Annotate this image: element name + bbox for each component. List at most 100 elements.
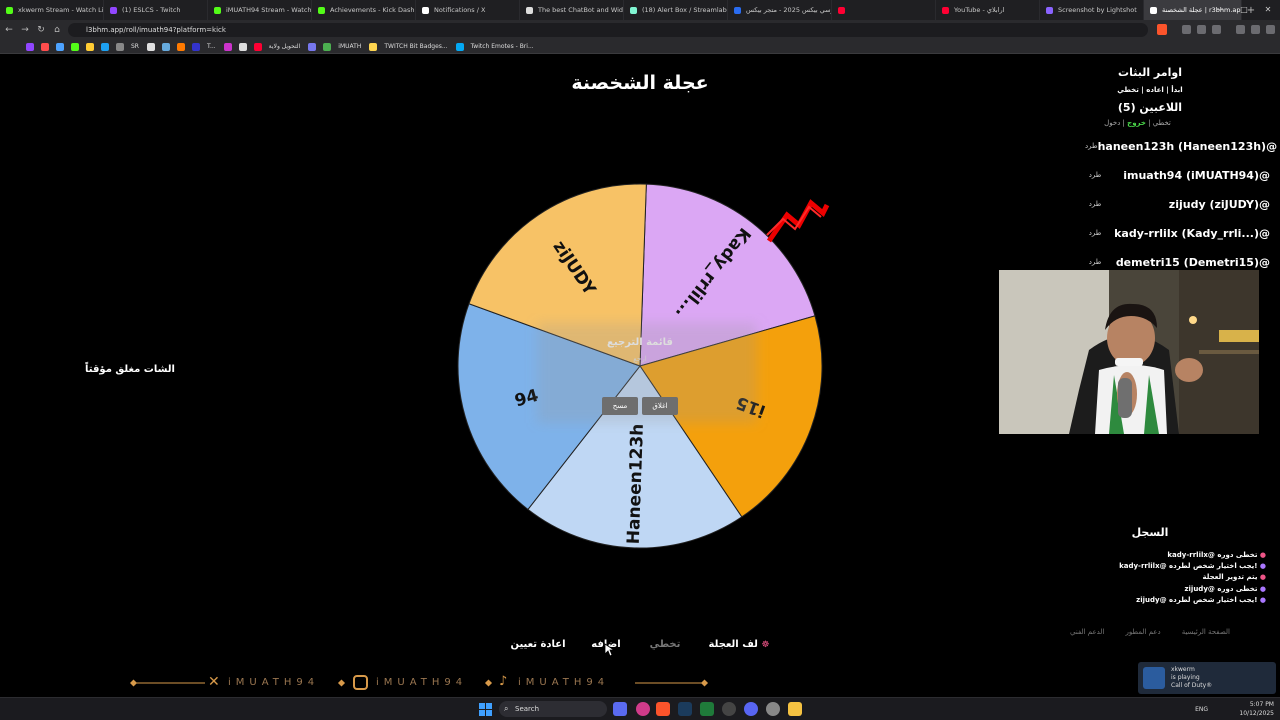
toast-status: is playing — [1171, 674, 1200, 681]
brave-shield-icon[interactable] — [1157, 24, 1167, 35]
footer-link-support[interactable]: الدعم الفني — [1070, 628, 1104, 636]
kick-button[interactable]: طرد — [1085, 229, 1105, 237]
spin-label: لف العجلة — [708, 639, 758, 650]
players-actions: تخطي | خروج | دخول — [1104, 119, 1171, 127]
menu-icon[interactable] — [1266, 25, 1275, 34]
bookmark-label[interactable]: Twitch Emotes - Bri... — [471, 43, 534, 50]
bookmark-label[interactable]: iMUATH — [338, 43, 361, 50]
bookmark-icon[interactable] — [116, 42, 124, 51]
bookmark-icon[interactable] — [146, 42, 155, 51]
stream-notification[interactable]: xkwerm is playing Call of Duty® — [1138, 662, 1276, 694]
clear-button[interactable]: مسح — [602, 397, 638, 415]
bookmark-label[interactable]: التحويل ولاية — [269, 43, 301, 50]
bookmark-icon[interactable] — [308, 42, 317, 51]
search-icon: ⌕ — [504, 704, 509, 713]
url-field[interactable]: l3bhm.app/roll/imuath94?platform=kick — [68, 23, 1148, 37]
spin-button[interactable]: لف العجلة ☸ — [704, 637, 774, 653]
tray-time: 5:07 PM — [1249, 701, 1274, 708]
windows-taskbar: ⌕ Search ENG 5:07 PM 10/12/2025 — [0, 697, 1280, 720]
tab-label: Screenshot by Lightshot — [1058, 6, 1137, 14]
bookmark-icon[interactable] — [71, 42, 79, 51]
home-icon[interactable]: ⌂ — [50, 25, 64, 35]
extension-icon[interactable] — [1197, 25, 1206, 34]
bookmark-icon[interactable] — [26, 42, 34, 51]
kick-button[interactable]: طرد — [1085, 171, 1105, 179]
player-name: haneen123h (Haneen123h)@ — [1097, 139, 1278, 153]
exit-label[interactable]: خروج — [1127, 119, 1146, 127]
kick-button[interactable]: طرد — [1085, 200, 1105, 208]
tab-favicon-icon — [1046, 6, 1053, 14]
bookmark-icon[interactable] — [41, 42, 49, 51]
bookmark-icon[interactable] — [238, 42, 247, 51]
browser-tab[interactable]: The best ChatBot and Widgets — [520, 0, 624, 20]
taskbar-search[interactable]: ⌕ Search — [499, 701, 607, 717]
browser-tab[interactable] — [832, 0, 936, 20]
steam-icon[interactable] — [678, 702, 692, 716]
sidebar-icon[interactable] — [1236, 25, 1245, 34]
minimize-icon[interactable]: — — [1208, 0, 1232, 20]
bookmark-label[interactable]: TWITCH Bit Badges... — [384, 43, 447, 50]
back-icon[interactable]: ← — [2, 25, 16, 35]
browser-tab[interactable]: xkwerm Stream - Watch Live — [0, 0, 104, 20]
bookmark-icon[interactable] — [455, 42, 464, 51]
obs-icon[interactable] — [722, 702, 736, 716]
bookmark-icon[interactable] — [253, 42, 262, 51]
browser-tab[interactable]: Screenshot by Lightshot — [1040, 0, 1144, 20]
app-icon[interactable] — [636, 702, 650, 716]
bookmark-label[interactable]: T... — [207, 43, 216, 50]
settings-gear-icon[interactable] — [766, 702, 780, 716]
browser-tab[interactable]: جيرسي بيكس 2025 - متجر بيكس — [728, 0, 832, 20]
browser-tab[interactable]: YouTube - ارابلاي — [936, 0, 1040, 20]
tab-label: iMUATH94 Stream - Watch — [226, 6, 312, 14]
mouse-cursor-icon — [604, 643, 614, 657]
wallet-icon[interactable] — [1251, 25, 1260, 34]
close-button[interactable]: اغلاق — [642, 397, 678, 415]
extension-icon[interactable] — [1212, 25, 1221, 34]
browser-tab[interactable]: iMUATH94 Stream - Watch — [208, 0, 312, 20]
player-row: طرد zijudy (ziJUDY)@ — [1085, 194, 1270, 214]
skip-label[interactable]: تخطي — [1153, 119, 1171, 127]
skip-button[interactable]: تخطي — [646, 637, 684, 653]
browser-tab[interactable]: Notifications / X — [416, 0, 520, 20]
extension-icon[interactable] — [1182, 25, 1191, 34]
ticker-handle-ig: iMUATH94 — [376, 677, 468, 688]
browser-tab[interactable]: Achievements - Kick Dashboard — [312, 0, 416, 20]
system-tray[interactable]: ENG 5:07 PM 10/12/2025 — [1195, 700, 1274, 718]
player-row: طرد kady-rrlilx (Kady_rrli...)@ — [1085, 223, 1270, 243]
enter-label[interactable]: دخول — [1104, 119, 1120, 127]
taskview-icon[interactable] — [613, 702, 627, 716]
browser-tab[interactable]: (18) Alert Box / Streamlabs — [624, 0, 728, 20]
kick-button[interactable]: طرد — [1085, 258, 1105, 266]
reset-button[interactable]: اعادة تعيين — [504, 637, 572, 653]
footer-link-donate[interactable]: دعم المطور — [1126, 628, 1161, 636]
kick-button[interactable]: طرد — [1085, 142, 1098, 150]
close-window-icon[interactable]: ✕ — [1256, 0, 1280, 20]
bookmark-icon[interactable] — [223, 42, 232, 51]
bookmark-icon[interactable] — [176, 42, 185, 51]
tab-favicon-icon — [110, 6, 117, 14]
bookmark-icon[interactable] — [56, 42, 64, 51]
bookmark-icon[interactable] — [323, 42, 332, 51]
bookmark-icon[interactable] — [161, 42, 170, 51]
rollback-subtitle: ارجع — [633, 355, 647, 363]
rollback-list-title: قائمة الترجيع — [607, 337, 673, 348]
windows-start-icon[interactable] — [479, 703, 492, 716]
bookmark-icon[interactable] — [86, 42, 94, 51]
wheel-pointer-icon — [766, 199, 830, 243]
forward-icon[interactable]: → — [18, 25, 32, 35]
footer-link-home[interactable]: الصفحة الرئيسية — [1182, 628, 1230, 636]
instagram-icon — [353, 675, 368, 690]
discord-icon[interactable] — [744, 702, 758, 716]
folder-icon[interactable] — [788, 702, 802, 716]
browser-tab[interactable]: (1) ESLCS - Twitch — [104, 0, 208, 20]
maximize-icon[interactable]: □ — [1232, 0, 1256, 20]
log-text: يتم تدوير العجلة — [1202, 573, 1258, 582]
bookmark-icon[interactable] — [191, 42, 200, 51]
bookmark-icon[interactable] — [369, 42, 378, 51]
tab-label: Notifications / X — [434, 6, 486, 14]
bookmark-icon[interactable] — [101, 42, 109, 51]
bookmark-label[interactable]: SR — [131, 43, 139, 50]
reload-icon[interactable]: ↻ — [34, 25, 48, 35]
brave-icon[interactable] — [656, 702, 670, 716]
xbox-icon[interactable] — [700, 702, 714, 716]
